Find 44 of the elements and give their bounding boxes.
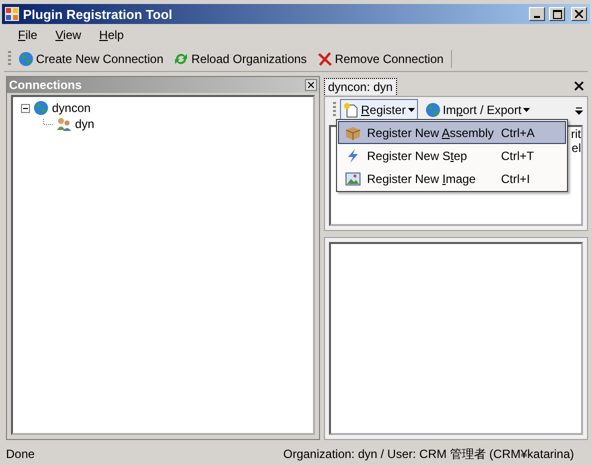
menu-item[interactable]: Register New Step Ctrl+T (338, 144, 566, 167)
status-text: Organization: dyn / User: CRM 管理者 (CRM¥katarina) (283, 446, 574, 462)
window-title: Plugin Registration Tool (23, 6, 174, 22)
minus-icon (23, 106, 28, 110)
toolbar-button[interactable]: Create New Connection (15, 48, 166, 70)
toolbar-grip (8, 51, 11, 67)
maximize-icon (552, 10, 562, 18)
menu-item[interactable]: View (47, 26, 90, 44)
menu-item[interactable]: File (10, 26, 46, 44)
dropdown-button[interactable]: Import / Export (422, 99, 534, 121)
dropdown-button[interactable]: Register (340, 99, 418, 121)
toolbar-grip (333, 102, 336, 118)
minimize-button[interactable] (529, 7, 545, 21)
list-text: rit (571, 127, 581, 141)
close-button[interactable] (571, 7, 587, 21)
overflow-icon[interactable] (575, 105, 583, 115)
app-icon (5, 7, 19, 21)
menu-item[interactable]: Register New Assembly Ctrl+A (338, 121, 566, 144)
collapse-toggle[interactable] (21, 104, 30, 112)
tree-item[interactable]: dyncon (52, 101, 91, 115)
panel-title: Connections (9, 78, 82, 92)
list-text: el (572, 141, 581, 155)
menu-item[interactable]: Help (91, 26, 132, 44)
caret-icon (523, 108, 530, 112)
status-text: Done (6, 447, 35, 461)
cross-icon (316, 51, 333, 67)
tab[interactable]: dyncon: dyn (324, 78, 397, 94)
image-icon (345, 170, 361, 186)
lightning-icon (345, 148, 361, 164)
caret-icon (408, 108, 415, 112)
menu-item[interactable]: Register New Image Ctrl+I (338, 167, 566, 190)
toolbar-button[interactable]: Remove Connection (314, 48, 447, 70)
toolbar-button[interactable]: Reload Organizations (170, 48, 310, 70)
globe-icon (18, 51, 34, 67)
refresh-icon (173, 51, 190, 67)
close-icon (575, 10, 583, 18)
tree-item[interactable]: dyn (75, 117, 94, 131)
globe-icon (33, 100, 49, 116)
globe-icon (424, 102, 441, 118)
users-icon (56, 116, 72, 132)
close-icon[interactable] (574, 81, 584, 91)
maximize-button[interactable] (549, 7, 565, 21)
close-icon[interactable] (305, 79, 317, 91)
package-icon (345, 124, 361, 140)
